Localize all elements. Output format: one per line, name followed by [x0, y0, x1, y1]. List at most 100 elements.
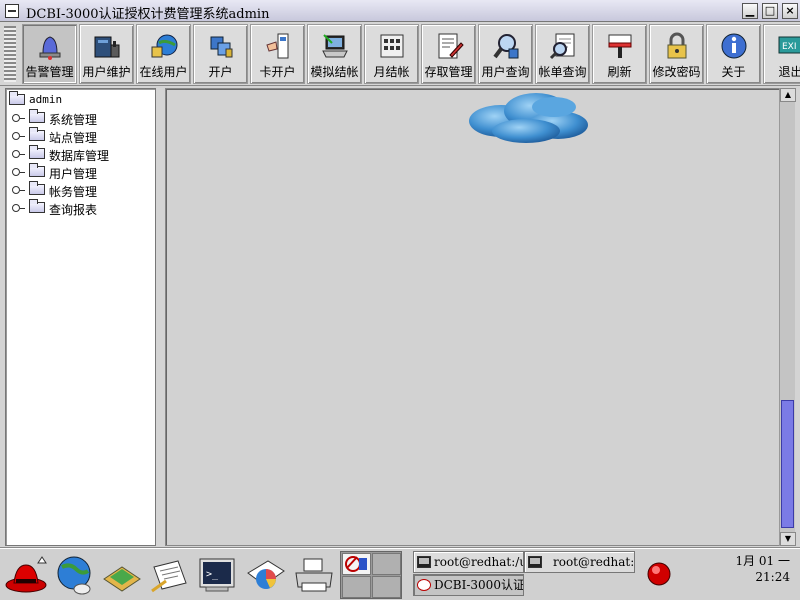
alert-status-icon[interactable] — [646, 561, 672, 587]
toolbar-button-change-password[interactable]: 修改密码 — [649, 24, 704, 84]
tree-item-label: 用户管理 — [49, 167, 98, 181]
toolbar-button-alarm[interactable]: 告警管理 — [22, 24, 77, 84]
task-label: root@redhat:/usr/l — [434, 555, 523, 569]
toolbar-button-simulated-checkout[interactable]: 模拟结帐 — [307, 24, 362, 84]
folder-icon — [9, 91, 25, 105]
toolbar-label: 关于 — [721, 65, 746, 79]
deposit-management-icon — [438, 33, 464, 59]
workspace-2[interactable] — [372, 553, 401, 575]
task-label: DCBI-3000认证 — [434, 578, 524, 592]
svg-text:>_: >_ — [206, 569, 219, 580]
window-menu-icon[interactable] — [5, 4, 19, 18]
tree-item-label: 帐务管理 — [49, 185, 98, 199]
taskbar: >_ root@redhat:/usr/l — [0, 548, 800, 600]
toolbar-label: 存取管理 — [424, 65, 473, 79]
scroll-down-icon[interactable]: ▼ — [780, 532, 796, 546]
navigation-tree: admin 系统管理 站点管理 数据库管理 用户管理 帐务管理 查询报表 — [5, 88, 156, 546]
office-chart-icon[interactable] — [244, 553, 288, 597]
expand-toggle-icon[interactable] — [12, 168, 25, 176]
expand-toggle-icon[interactable] — [12, 150, 25, 158]
maximize-button[interactable]: □ — [762, 3, 778, 19]
minimize-button[interactable]: ▁ — [742, 3, 758, 19]
clock[interactable]: 1月 01 一 21:24 — [720, 553, 790, 585]
scroll-thumb[interactable] — [781, 400, 794, 528]
terminal-icon[interactable]: >_ — [196, 553, 240, 597]
globe-browser-icon[interactable] — [52, 553, 96, 597]
toolbar-label: 用户查询 — [481, 65, 530, 79]
folder-icon — [29, 127, 45, 141]
clock-date: 1月 01 一 — [735, 554, 790, 568]
redhat-menu-icon[interactable] — [4, 553, 48, 597]
toolbar-button-user-query[interactable]: 用户查询 — [478, 24, 533, 84]
workspace-pager[interactable] — [340, 551, 402, 599]
toolbar-button-bill-query[interactable]: 帐单查询 — [535, 24, 590, 84]
dcbi-app-icon — [417, 579, 431, 591]
folder-icon — [29, 109, 45, 123]
clock-time: 21:24 — [755, 570, 790, 584]
workspace-4[interactable] — [372, 576, 401, 598]
open-account-icon — [210, 36, 233, 58]
exit-icon: EXI — [778, 36, 800, 54]
workspace-3[interactable] — [342, 576, 371, 598]
monthly-checkout-icon — [380, 34, 404, 58]
folder-icon — [29, 181, 45, 195]
toolbar-button-open-account[interactable]: 开户 — [193, 24, 248, 84]
user-query-icon — [493, 34, 519, 59]
simulated-checkout-icon — [322, 34, 348, 58]
workspace-1[interactable] — [342, 553, 371, 575]
toolbar-button-online-users[interactable]: 在线用户 — [136, 24, 191, 84]
user-maintenance-icon — [94, 36, 120, 58]
svg-text:EXI: EXI — [782, 42, 797, 52]
main-content-area — [165, 88, 780, 546]
toolbar-button-refresh[interactable]: 刷新 — [592, 24, 647, 84]
toolbar-button-card-open-account[interactable]: 卡开户 — [250, 24, 305, 84]
terminal-icon — [528, 556, 542, 568]
file-manager-icon[interactable] — [100, 553, 144, 597]
bill-query-icon — [549, 33, 575, 60]
toolbar-label: 用户维护 — [82, 65, 131, 79]
refresh-icon — [608, 34, 632, 58]
tree-item-label: 系统管理 — [49, 113, 98, 127]
card-open-account-icon — [266, 33, 289, 59]
scroll-up-icon[interactable]: ▲ — [780, 88, 796, 102]
task-terminal-usr[interactable]: root@redhat:/usr/l — [413, 551, 524, 573]
printer-icon[interactable] — [292, 553, 336, 597]
title-bar[interactable]: DCBI-3000认证授权计费管理系统admin ▁ □ × — [0, 0, 800, 22]
vertical-scrollbar[interactable]: ▲ ▼ — [779, 88, 796, 546]
text-editor-icon[interactable] — [148, 553, 192, 597]
toolbar-label: 帐单查询 — [538, 65, 587, 79]
toolbar: 告警管理 用户维护 在线用户 开户 卡开户 模拟结帐 月结帐 存取管理 用户查询… — [0, 22, 800, 86]
about-info-icon — [721, 33, 747, 59]
toolbar-label: 刷新 — [607, 65, 632, 79]
task-label: root@redhat:~ — [553, 555, 635, 569]
application-window: DCBI-3000认证授权计费管理系统admin ▁ □ × 告警管理 用户维护… — [0, 0, 800, 600]
toolbar-label: 修改密码 — [652, 65, 701, 79]
toolbar-label: 月结帐 — [373, 65, 410, 79]
tree-root-label: admin — [29, 93, 63, 106]
toolbar-label: 卡开户 — [259, 65, 296, 79]
toolbar-label: 告警管理 — [25, 65, 74, 79]
change-password-icon — [667, 32, 687, 59]
dcbi-app-icon — [345, 556, 367, 572]
folder-icon — [29, 199, 45, 213]
tree-item-label: 查询报表 — [49, 203, 98, 217]
toolbar-button-about[interactable]: 关于 — [706, 24, 761, 84]
toolbar-button-monthly-checkout[interactable]: 月结帐 — [364, 24, 419, 84]
expand-toggle-icon[interactable] — [12, 114, 25, 122]
toolbar-grip[interactable] — [4, 26, 16, 82]
online-users-icon — [151, 34, 178, 58]
window-title: DCBI-3000认证授权计费管理系统admin — [26, 7, 270, 22]
expand-toggle-icon[interactable] — [12, 186, 25, 194]
task-dcbi-app[interactable]: DCBI-3000认证 — [413, 574, 524, 596]
folder-icon — [29, 145, 45, 159]
toolbar-button-exit[interactable]: EXI 退出 — [763, 24, 800, 84]
task-terminal-home[interactable]: root@redhat:~ — [524, 551, 635, 573]
tree-item-label: 数据库管理 — [49, 149, 110, 163]
expand-toggle-icon[interactable] — [12, 204, 25, 212]
toolbar-button-user-maintenance[interactable]: 用户维护 — [79, 24, 134, 84]
close-button[interactable]: × — [782, 3, 798, 19]
expand-toggle-icon[interactable] — [12, 132, 25, 140]
cloud-logo-icon — [469, 93, 588, 143]
toolbar-button-deposit-management[interactable]: 存取管理 — [421, 24, 476, 84]
tree-item-label: 站点管理 — [49, 131, 98, 145]
